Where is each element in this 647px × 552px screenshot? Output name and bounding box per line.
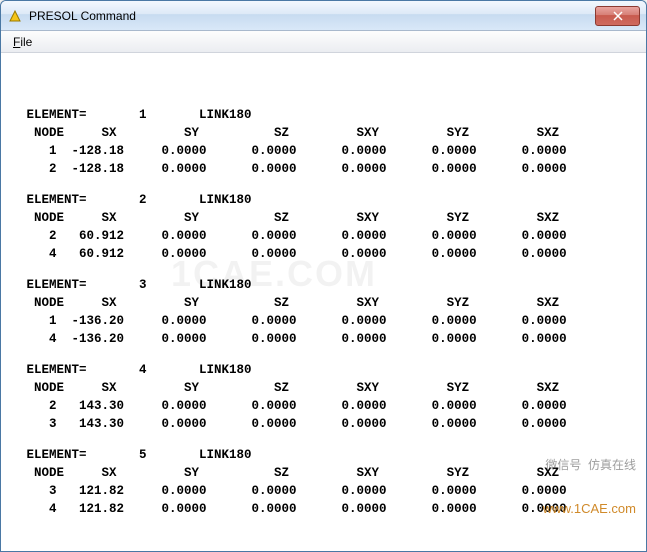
element-block: ELEMENT= 2 LINK180 NODE SX SY SZ SXY SYZ…: [19, 193, 636, 265]
data-row: 2 143.30 0.0000 0.0000 0.0000 0.0000 0.0…: [19, 399, 636, 417]
column-header-row: NODE SX SY SZ SXY SYZ SXZ: [19, 211, 636, 229]
element-block: ELEMENT= 3 LINK180 NODE SX SY SZ SXY SYZ…: [19, 278, 636, 350]
menu-file[interactable]: File: [5, 33, 40, 51]
app-icon: [7, 8, 23, 24]
window-title: PRESOL Command: [29, 9, 595, 23]
column-header-row: NODE SX SY SZ SXY SYZ SXZ: [19, 381, 636, 399]
element-header-row: ELEMENT= 4 LINK180: [19, 363, 636, 381]
element-block: ELEMENT= 4 LINK180 NODE SX SY SZ SXY SYZ…: [19, 363, 636, 435]
watermark-overlay: 微信号 仿真在线 www.1CAE.com: [543, 431, 636, 545]
column-header-row: NODE SX SY SZ SXY SYZ SXZ: [19, 126, 636, 144]
data-row: 1 -128.18 0.0000 0.0000 0.0000 0.0000 0.…: [19, 144, 636, 162]
element-header-row: ELEMENT= 1 LINK180: [19, 108, 636, 126]
column-header-row: NODE SX SY SZ SXY SYZ SXZ: [19, 296, 636, 314]
window: PRESOL Command File 1CAE.COM ELEMENT= 1 …: [0, 0, 647, 552]
output-content: 1CAE.COM ELEMENT= 1 LINK180 NODE SX SY S…: [1, 53, 646, 551]
data-row: 2 -128.18 0.0000 0.0000 0.0000 0.0000 0.…: [19, 162, 636, 180]
element-header-row: ELEMENT= 2 LINK180: [19, 193, 636, 211]
element-header-row: ELEMENT= 3 LINK180: [19, 278, 636, 296]
menubar: File: [1, 31, 646, 53]
watermark-line2: www.1CAE.com: [543, 502, 636, 517]
data-row: 1 -136.20 0.0000 0.0000 0.0000 0.0000 0.…: [19, 314, 636, 332]
element-block: ELEMENT= 1 LINK180 NODE SX SY SZ SXY SYZ…: [19, 108, 636, 180]
close-icon: [613, 11, 623, 21]
close-button[interactable]: [595, 6, 640, 26]
data-row: 2 60.912 0.0000 0.0000 0.0000 0.0000 0.0…: [19, 229, 636, 247]
data-row: 4 60.912 0.0000 0.0000 0.0000 0.0000 0.0…: [19, 247, 636, 265]
watermark-line1: 微信号 仿真在线: [543, 459, 636, 473]
titlebar[interactable]: PRESOL Command: [1, 1, 646, 31]
data-row: 4 -136.20 0.0000 0.0000 0.0000 0.0000 0.…: [19, 332, 636, 350]
